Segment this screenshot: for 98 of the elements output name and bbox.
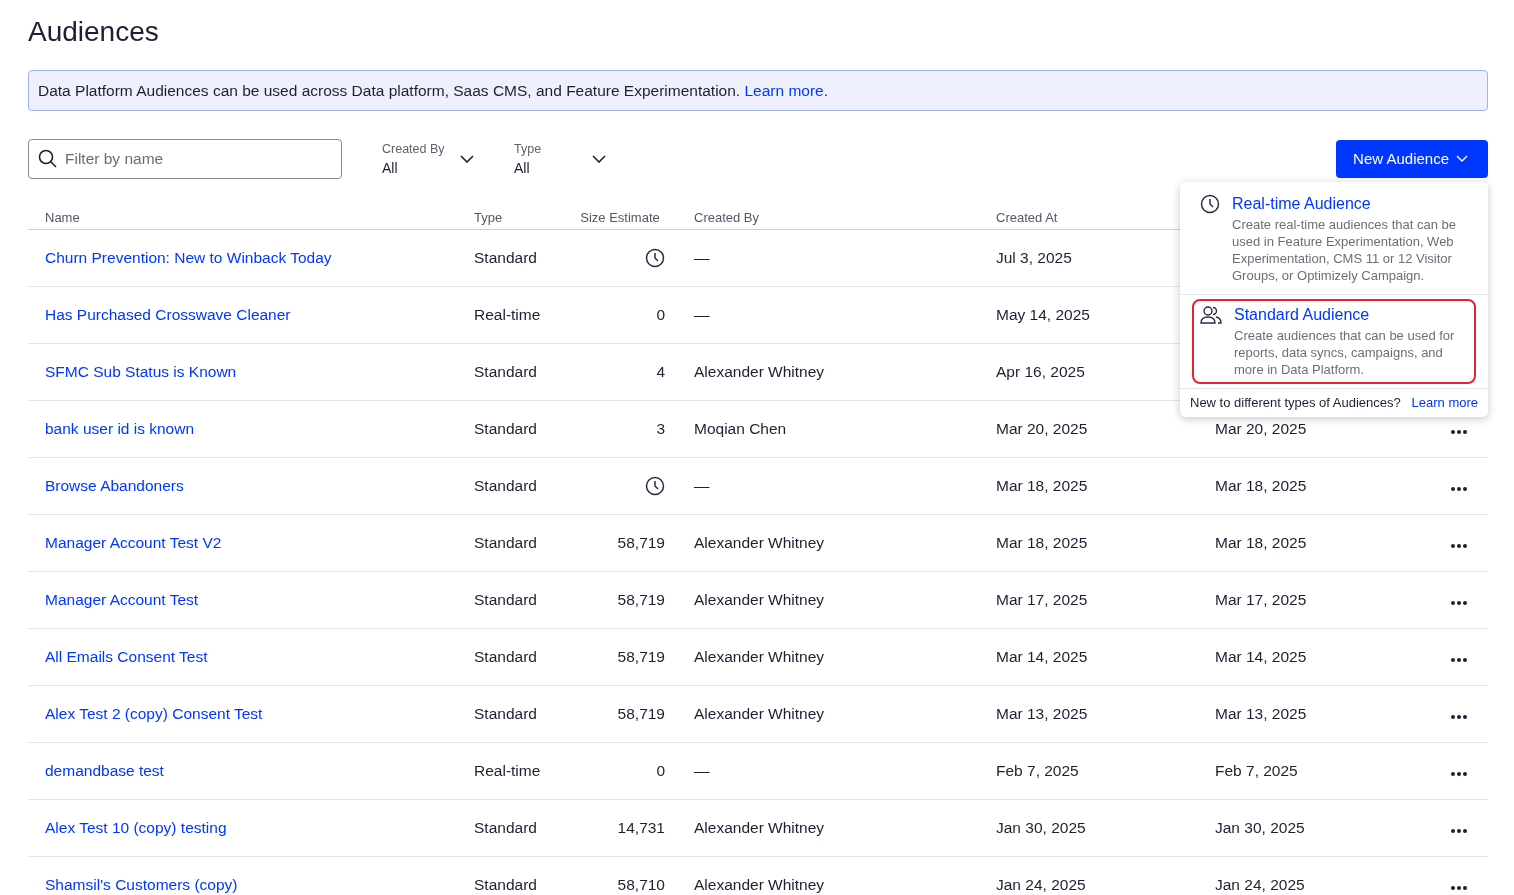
table-cell: Alexander Whitney	[694, 705, 825, 722]
table-cell: Standard	[474, 477, 537, 494]
table-cell: Standard	[474, 420, 537, 437]
audience-link[interactable]: Manager Account Test	[45, 591, 199, 608]
menu-item[interactable]: Real-time Audience Create real-time audiences that can be used in Feature Experimentation, Web Experimentation, CMS 11 or 12 Visitor Groups, or Optimizely Campaign.	[1192, 188, 1476, 290]
table-cell: Apr 16, 2025	[996, 363, 1085, 380]
table-cell: Mar 14, 2025	[996, 648, 1088, 665]
table-cell: Alexander Whitney	[694, 363, 825, 380]
more-icon[interactable]	[1451, 487, 1467, 491]
column-header: Size Estimate	[579, 211, 661, 225]
table-cell: Mar 20, 2025	[996, 420, 1088, 437]
more-icon[interactable]	[1451, 544, 1467, 548]
table-cell: 58,719	[617, 705, 665, 723]
search-icon	[38, 148, 58, 169]
column-header: Type	[474, 210, 504, 225]
table-cell: 14,731	[617, 819, 665, 837]
more-icon[interactable]	[1451, 886, 1467, 890]
table-cell: 58,719	[617, 591, 665, 609]
banner-text: Data Platform Audiences can be used across Data platform, Saas CMS, and Feature Experimentation. Learn more.	[38, 82, 829, 99]
more-icon[interactable]	[1451, 772, 1467, 776]
table-cell: 58,719	[617, 648, 665, 666]
table-cell: Mar 18, 2025	[996, 477, 1088, 494]
table-cell: —	[694, 306, 710, 323]
table-cell: Standard	[474, 819, 537, 836]
audience-link[interactable]: Browse Abandoners	[45, 477, 184, 494]
filter-dropdown[interactable]: Created By All	[382, 141, 474, 176]
table-cell: Alexander Whitney	[694, 648, 825, 665]
table-cell: Jan 24, 2025	[996, 876, 1086, 893]
people-icon	[1200, 305, 1222, 325]
table-cell: Alexander Whitney	[694, 876, 825, 893]
table-cell: 58,719	[617, 534, 665, 552]
table-cell: 0	[656, 762, 665, 780]
table-cell: Standard	[474, 591, 537, 608]
page-title: Audiences	[28, 15, 160, 49]
more-icon[interactable]	[1451, 601, 1467, 605]
table-cell: Alexander Whitney	[694, 534, 825, 551]
table-cell: 58,710	[617, 876, 665, 894]
table-cell: Standard	[474, 249, 537, 266]
learn-more-link[interactable]: Learn more	[1411, 395, 1478, 410]
menu-footer-text: New to different types of Audiences?	[1190, 395, 1401, 410]
table-cell: Mar 18, 2025	[996, 534, 1088, 551]
table-cell: Mar 13, 2025	[1215, 705, 1307, 722]
table-cell: Mar 18, 2025	[1215, 534, 1307, 551]
table-cell: Feb 7, 2025	[1215, 762, 1298, 779]
table-cell: —	[694, 762, 710, 779]
table-cell: Feb 7, 2025	[996, 762, 1079, 779]
more-icon[interactable]	[1451, 829, 1467, 833]
more-icon[interactable]	[1451, 715, 1467, 719]
audience-link[interactable]: Shamsil's Customers (copy)	[45, 876, 238, 893]
audience-link[interactable]: Manager Account Test V2	[45, 534, 222, 551]
table-cell: Jul 3, 2025	[996, 249, 1072, 266]
column-header: Created By	[693, 210, 761, 225]
table-cell: Standard	[474, 876, 537, 893]
new-audience-button[interactable]: New Audience	[1336, 139, 1488, 178]
table-cell: —	[694, 249, 710, 266]
table-cell: Alexander Whitney	[694, 591, 825, 608]
audience-link[interactable]: Has Purchased Crosswave Cleaner	[45, 306, 291, 323]
audience-link[interactable]: SFMC Sub Status is Known	[45, 363, 237, 380]
menu-item[interactable]: Standard Audience Create audiences that can be used for reports, data syncs, campaigns, and more in Data Platform.	[1192, 299, 1476, 384]
audience-link[interactable]: Churn Prevention: New to Winback Today	[45, 249, 332, 266]
table-cell: Mar 14, 2025	[1215, 648, 1307, 665]
table-cell: Mar 13, 2025	[996, 705, 1088, 722]
clock-icon	[1200, 194, 1220, 214]
chevron-down-icon	[460, 154, 474, 163]
learn-more-link[interactable]: Learn more	[744, 82, 824, 99]
table-cell: Mar 18, 2025	[1215, 477, 1307, 494]
search-field[interactable]: Filter by name	[28, 138, 342, 179]
column-header: Created At	[996, 210, 1059, 225]
audience-link[interactable]: All Emails Consent Test	[45, 648, 208, 665]
table-cell: Real-time	[474, 306, 541, 323]
table-cell: Jan 30, 2025	[1215, 819, 1305, 836]
table-cell: 3	[656, 420, 665, 438]
table-cell: Standard	[474, 534, 537, 551]
table-cell: Alexander Whitney	[694, 819, 825, 836]
audience-link[interactable]: Alex Test 10 (copy) testing	[45, 819, 227, 836]
more-icon[interactable]	[1451, 658, 1467, 662]
table-cell: Standard	[474, 705, 537, 722]
audience-link[interactable]: demandbase test	[45, 762, 164, 779]
column-header: Name	[44, 210, 81, 225]
table-cell: Mar 17, 2025	[996, 591, 1088, 608]
filter-dropdown[interactable]: Type All	[514, 141, 606, 176]
table-cell: 4	[656, 363, 665, 381]
table-cell: Real-time	[474, 762, 541, 779]
audience-link[interactable]: bank user id is known	[45, 420, 195, 437]
table-cell: Mar 17, 2025	[1215, 591, 1307, 608]
table-cell: Mar 20, 2025	[1215, 420, 1307, 437]
audience-link[interactable]: Alex Test 2 (copy) Consent Test	[45, 705, 263, 722]
table-cell: —	[694, 477, 710, 494]
table-cell: Jan 24, 2025	[1215, 876, 1305, 893]
table-cell: Jan 30, 2025	[996, 819, 1086, 836]
table-cell: Standard	[474, 648, 537, 665]
chevron-down-icon	[1456, 155, 1468, 162]
more-icon[interactable]	[1451, 430, 1467, 434]
chevron-down-icon	[592, 154, 606, 163]
table-cell: 0	[656, 306, 665, 324]
table-cell: Standard	[474, 363, 537, 380]
table-cell: May 14, 2025	[996, 306, 1090, 323]
table-cell: Moqian Chen	[694, 420, 787, 437]
